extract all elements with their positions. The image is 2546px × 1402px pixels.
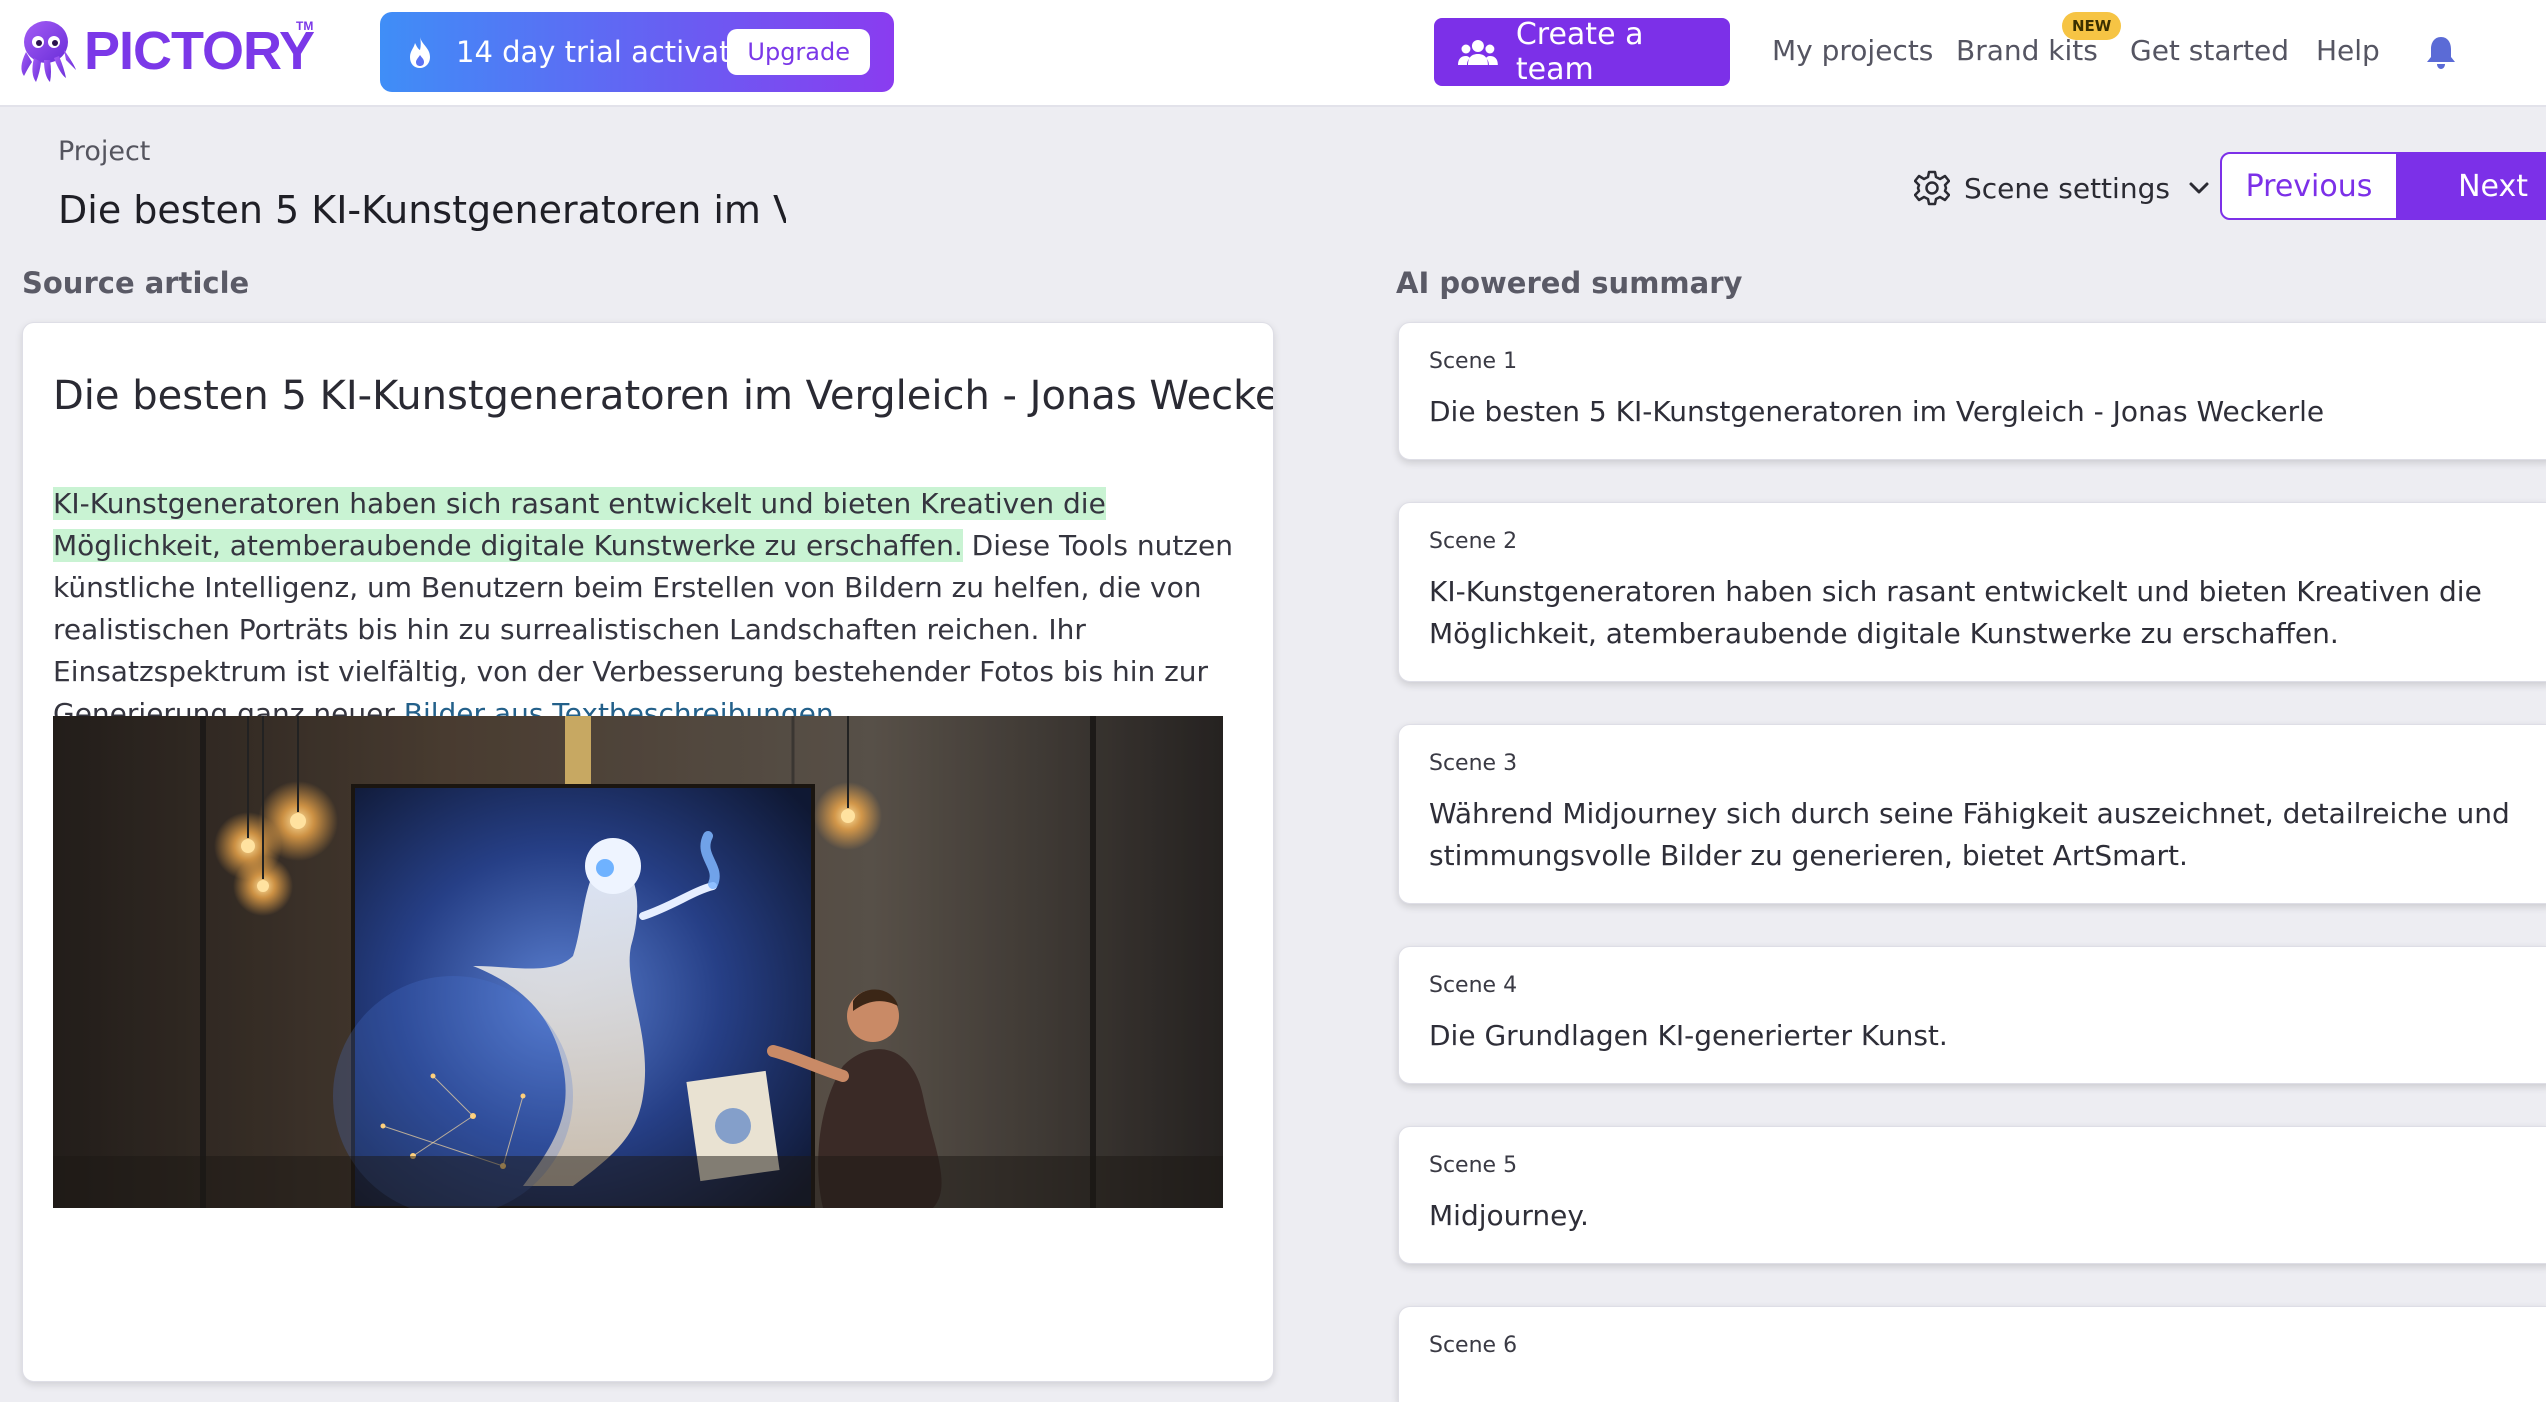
project-label: Project (58, 136, 151, 167)
highlighted-sentence[interactable]: KI-Kunstgeneratoren haben sich rasant en… (53, 487, 1106, 562)
scene-text[interactable]: KI-Kunstgeneratoren haben sich rasant en… (1429, 571, 2519, 655)
team-icon (1458, 40, 1498, 65)
nav-help[interactable]: Help (2316, 34, 2380, 67)
scene-card[interactable]: Scene 2 KI-Kunstgeneratoren haben sich r… (1398, 502, 2546, 682)
article-body[interactable]: KI-Kunstgeneratoren haben sich rasant en… (53, 483, 1253, 735)
bell-icon[interactable] (2424, 34, 2458, 70)
create-team-button[interactable]: Create a team (1434, 17, 1730, 87)
new-badge: NEW (2062, 12, 2122, 40)
scene-number: Scene 5 (1429, 1153, 1518, 1178)
project-title-input[interactable]: Die besten 5 KI-Kunstgeneratoren im Verg… (58, 188, 786, 240)
brand-name: PICTORY (84, 21, 315, 81)
ai-summary-heading: AI powered summary (1396, 266, 1743, 300)
source-article-panel[interactable]: Die besten 5 KI-Kunstgeneratoren im Verg… (22, 322, 1274, 1382)
scene-text[interactable]: Midjourney. (1429, 1195, 2519, 1237)
nav-get-started[interactable]: Get started (2130, 34, 2289, 67)
scene-card[interactable]: Scene 1 Die besten 5 KI-Kunstgeneratoren… (1398, 322, 2546, 460)
scene-number: Scene 4 (1429, 973, 1518, 998)
top-navbar: PICTORY TM 14 day trial activated! Upgra… (0, 0, 2546, 107)
trademark-mark: TM (296, 19, 314, 33)
scene-card[interactable]: Scene 5 Midjourney. (1398, 1126, 2546, 1264)
gear-icon (1914, 170, 1950, 206)
scene-text[interactable]: Die Grundlagen KI-generierter Kunst. (1429, 1015, 2519, 1057)
scene-number: Scene 3 (1429, 751, 1518, 776)
chevron-down-icon (2189, 182, 2209, 194)
scene-card[interactable]: Scene 4 Die Grundlagen KI-generierter Ku… (1398, 946, 2546, 1084)
scene-settings-label: Scene settings (1964, 171, 2170, 205)
scene-settings-dropdown[interactable]: Scene settings (1914, 166, 2210, 210)
create-team-label: Create a team (1515, 17, 1644, 87)
trial-banner: 14 day trial activated! Upgrade (380, 12, 894, 92)
article-image (53, 716, 1223, 1208)
next-button[interactable]: Next (2396, 152, 2546, 220)
scene-number: Scene 2 (1429, 529, 1518, 554)
octopus-logo-icon (21, 21, 76, 82)
article-title: Die besten 5 KI-Kunstgeneratoren im Verg… (53, 373, 1274, 419)
upgrade-button[interactable]: Upgrade (727, 29, 870, 75)
scene-number: Scene 6 (1429, 1333, 1518, 1358)
flame-icon (410, 37, 430, 68)
scene-text[interactable]: Die besten 5 KI-Kunstgeneratoren im Verg… (1429, 391, 2519, 433)
scene-text[interactable]: Während Midjourney sich durch seine Fähi… (1429, 793, 2519, 877)
scene-card[interactable]: Scene 6 (1398, 1306, 2546, 1402)
scene-card[interactable]: Scene 3 Während Midjourney sich durch se… (1398, 724, 2546, 904)
pictory-logo[interactable]: PICTORY TM (14, 16, 315, 86)
nav-my-projects[interactable]: My projects (1772, 34, 1933, 67)
previous-button[interactable]: Previous (2220, 152, 2398, 220)
scene-number: Scene 1 (1429, 349, 1518, 374)
source-article-heading: Source article (22, 266, 250, 300)
